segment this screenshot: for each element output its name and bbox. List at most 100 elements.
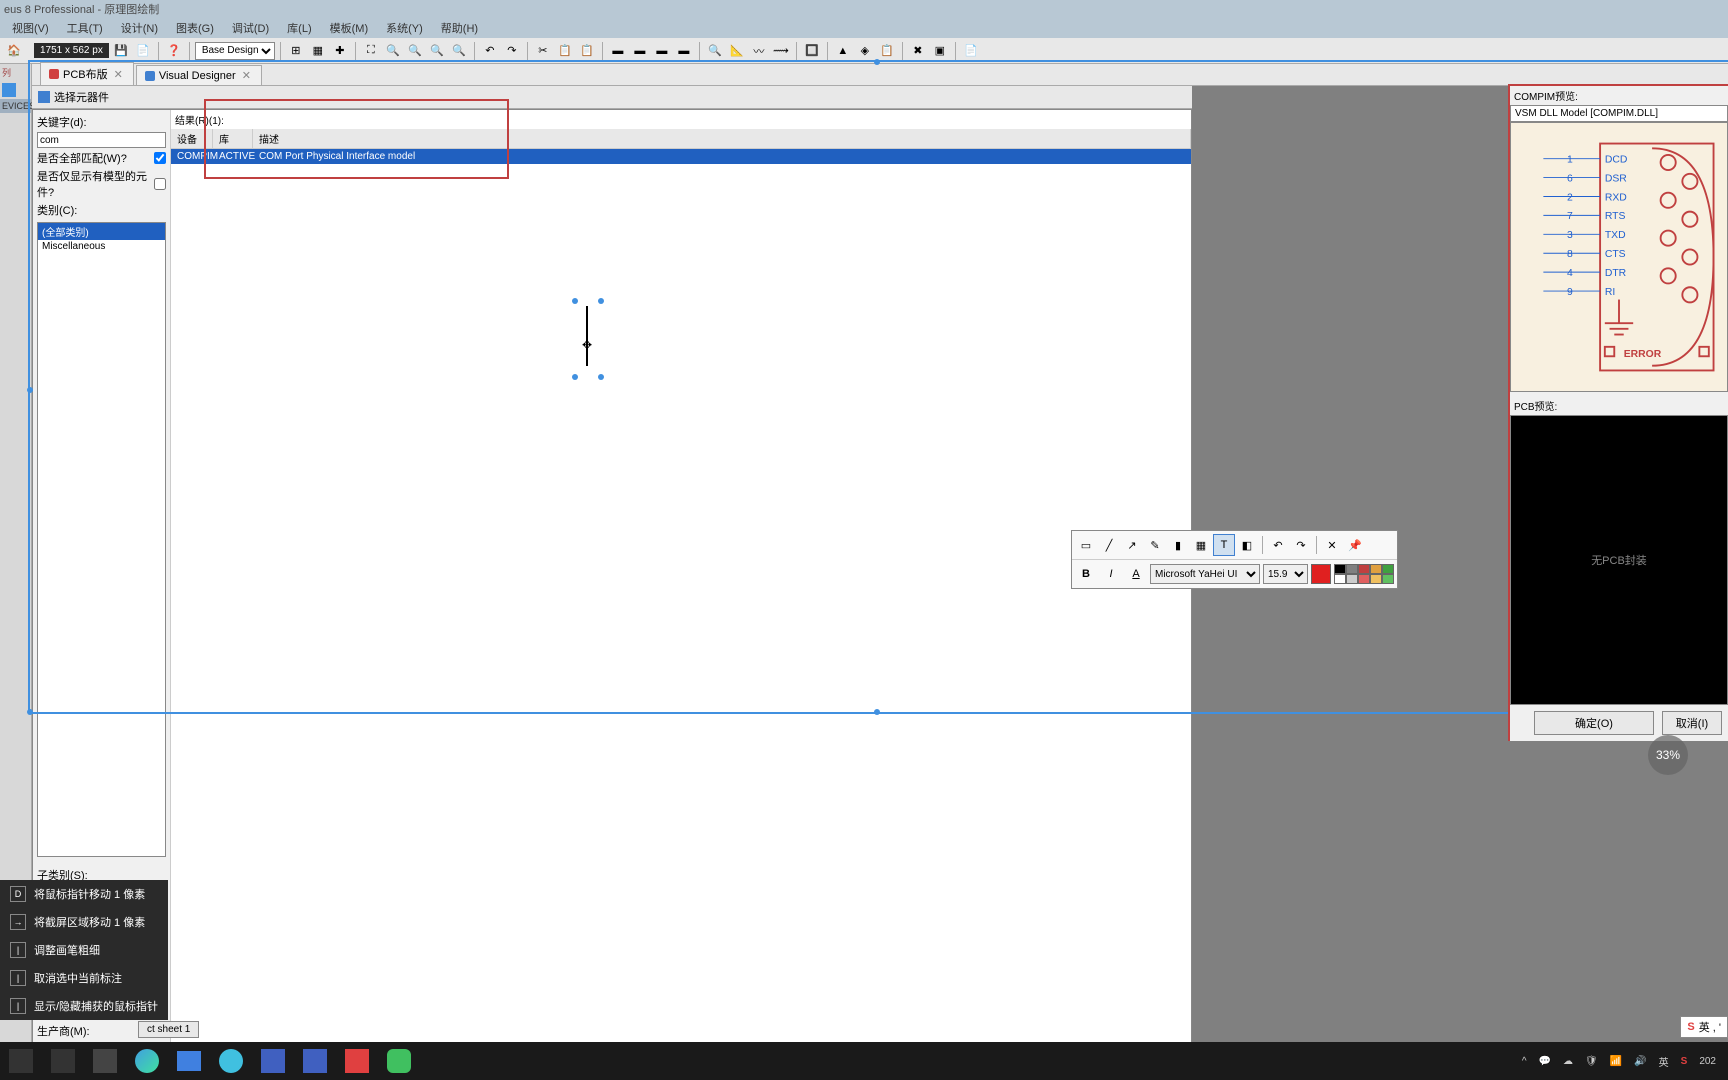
task-app3[interactable] — [84, 1042, 126, 1080]
italic-icon[interactable]: I — [1100, 563, 1122, 585]
show-models-checkbox[interactable] — [154, 178, 166, 190]
tray-shield-icon[interactable]: 🛡 — [1581, 1054, 1602, 1069]
task-browser[interactable] — [210, 1042, 252, 1080]
grid-icon[interactable]: ⊞ — [286, 41, 306, 61]
color-red-swatch[interactable] — [1311, 564, 1331, 584]
pin-icon[interactable]: 📌 — [1344, 534, 1366, 556]
align4-icon[interactable]: ▬ — [674, 41, 694, 61]
menu-template[interactable]: 模板(M) — [322, 18, 377, 38]
page-icon[interactable]: 📄 — [133, 41, 153, 61]
paste-icon[interactable]: 📋 — [577, 41, 597, 61]
category-all[interactable]: (全部类别) — [38, 223, 165, 240]
zoom-out-icon[interactable]: 🔍 — [405, 41, 425, 61]
col-desc[interactable]: 描述 — [253, 129, 1191, 148]
category-list[interactable]: (全部类别) Miscellaneous — [37, 222, 166, 857]
redo-icon[interactable]: ↷ — [502, 41, 522, 61]
wire-icon[interactable]: 〰 — [749, 41, 769, 61]
help-icon[interactable]: ❓ — [164, 41, 184, 61]
table-row[interactable]: COMPIM ACTIVE COM Port Physical Interfac… — [171, 149, 1191, 164]
line-tool-icon[interactable]: ╱ — [1098, 534, 1120, 556]
grid2-icon[interactable]: ▦ — [308, 41, 328, 61]
menu-debug[interactable]: 调试(D) — [224, 18, 277, 38]
cancel-button[interactable]: 取消(I) — [1662, 711, 1722, 735]
ok-button[interactable]: 确定(O) — [1534, 711, 1654, 735]
tray-chevron-icon[interactable]: ^ — [1518, 1054, 1531, 1069]
task-edge[interactable] — [126, 1042, 168, 1080]
copy-icon[interactable]: 📋 — [555, 41, 575, 61]
tray-sogou-icon[interactable]: S — [1677, 1054, 1692, 1069]
bold-icon[interactable]: B — [1075, 563, 1097, 585]
zoom-all-icon[interactable]: 🔍 — [449, 41, 469, 61]
tray-ime[interactable]: 英 — [1655, 1052, 1673, 1071]
match-all-checkbox[interactable] — [154, 152, 166, 164]
font-color-icon[interactable]: A — [1125, 563, 1147, 585]
design-dropdown[interactable]: Base Design — [195, 42, 275, 60]
tray-wechat-icon[interactable]: 💬 — [1535, 1054, 1555, 1069]
measure-icon[interactable]: 📐 — [727, 41, 747, 61]
menu-chart[interactable]: 图表(G) — [168, 18, 222, 38]
zoom-in-icon[interactable]: 🔍 — [383, 41, 403, 61]
pen-tool-icon[interactable]: ✎ — [1144, 534, 1166, 556]
component-icon[interactable]: 🔲 — [802, 41, 822, 61]
tray-network-icon[interactable]: 📶 — [1606, 1054, 1626, 1069]
highlight-tool-icon[interactable]: ▮ — [1167, 534, 1189, 556]
align3-icon[interactable]: ▬ — [652, 41, 672, 61]
menu-help[interactable]: 帮助(H) — [433, 18, 486, 38]
col-lib[interactable]: 库 — [213, 129, 253, 148]
color-palette[interactable] — [1334, 564, 1394, 584]
task-app2[interactable] — [42, 1042, 84, 1080]
menu-library[interactable]: 库(L) — [279, 18, 319, 38]
text-tool-icon[interactable]: T — [1213, 534, 1235, 556]
delete-icon[interactable]: ✖ — [908, 41, 928, 61]
menu-design[interactable]: 设计(N) — [113, 18, 166, 38]
size-dropdown[interactable]: 15.9 — [1263, 564, 1308, 584]
misc1-icon[interactable]: ▲ — [833, 41, 853, 61]
task-app5[interactable] — [336, 1042, 378, 1080]
close-panel-icon[interactable] — [2, 83, 16, 97]
mosaic-tool-icon[interactable]: ▦ — [1190, 534, 1212, 556]
save-icon[interactable]: 💾 — [111, 41, 131, 61]
font-dropdown[interactable]: Microsoft YaHei UI — [1150, 564, 1260, 584]
crosshair-icon[interactable]: ✚ — [330, 41, 350, 61]
undo2-icon[interactable]: ↶ — [1267, 534, 1289, 556]
rect-tool-icon[interactable]: ▭ — [1075, 534, 1097, 556]
redo2-icon[interactable]: ↷ — [1290, 534, 1312, 556]
task-app1[interactable] — [0, 1042, 42, 1080]
tray-volume-icon[interactable]: 🔊 — [1630, 1054, 1650, 1069]
zoom-area-icon[interactable]: 🔍 — [427, 41, 447, 61]
arrow-tool-icon[interactable]: ↗ — [1121, 534, 1143, 556]
tab-pcb[interactable]: PCB布版 ✕ — [40, 62, 134, 85]
menu-tools[interactable]: 工具(T) — [59, 18, 111, 38]
task-wechat[interactable] — [378, 1042, 420, 1080]
home-icon[interactable]: 🏠 — [4, 41, 24, 61]
task-snip[interactable] — [294, 1042, 336, 1080]
tab-visual-designer[interactable]: Visual Designer ✕ — [136, 65, 262, 85]
menu-view[interactable]: 视图(V) — [4, 18, 57, 38]
doc-icon[interactable]: 📄 — [961, 41, 981, 61]
close2-icon[interactable]: ✕ — [1321, 534, 1343, 556]
tray-cloud-icon[interactable]: ☁ — [1559, 1054, 1577, 1069]
align2-icon[interactable]: ▬ — [630, 41, 650, 61]
keyword-input[interactable] — [37, 132, 166, 148]
undo-icon[interactable]: ↶ — [480, 41, 500, 61]
search-icon[interactable]: 🔍 — [705, 41, 725, 61]
align1-icon[interactable]: ▬ — [608, 41, 628, 61]
tab-close-icon[interactable]: ✕ — [240, 69, 253, 82]
zoom-fit-icon[interactable]: ⛶ — [361, 41, 381, 61]
misc3-icon[interactable]: 📋 — [877, 41, 897, 61]
eraser-tool-icon[interactable]: ◧ — [1236, 534, 1258, 556]
cut-icon[interactable]: ✂ — [533, 41, 553, 61]
ime-indicator[interactable]: S 英 , ' — [1680, 1016, 1728, 1038]
category-misc[interactable]: Miscellaneous — [38, 240, 165, 253]
tray-time[interactable]: 202 — [1695, 1054, 1720, 1069]
sheet-tab[interactable]: ct sheet 1 — [138, 1021, 199, 1038]
route-icon[interactable]: ⟿ — [771, 41, 791, 61]
misc2-icon[interactable]: ◈ — [855, 41, 875, 61]
task-mail[interactable] — [168, 1042, 210, 1080]
tab-close-icon[interactable]: ✕ — [112, 68, 125, 81]
misc4-icon[interactable]: ▣ — [930, 41, 950, 61]
col-device[interactable]: 设备 — [171, 129, 213, 148]
task-app4[interactable] — [252, 1042, 294, 1080]
svg-text:DSR: DSR — [1605, 173, 1627, 184]
menu-system[interactable]: 系统(Y) — [378, 18, 431, 38]
